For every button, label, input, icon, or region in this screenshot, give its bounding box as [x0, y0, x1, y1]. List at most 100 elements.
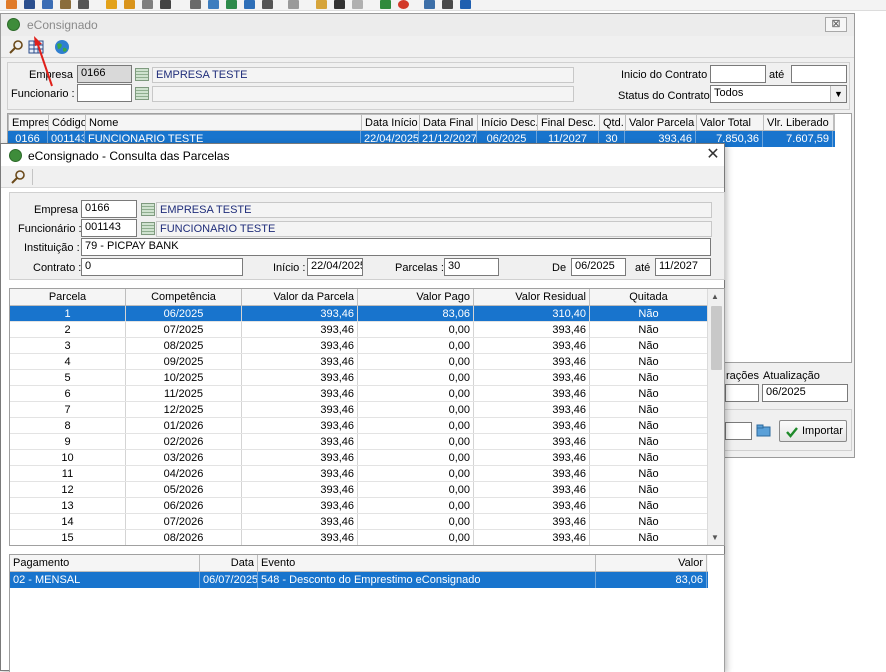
funcionario-code-field[interactable] — [77, 84, 132, 102]
operacoes-label: rações — [726, 370, 760, 382]
contrato-field[interactable]: 0 — [81, 258, 243, 276]
table-row[interactable]: 6 11/2025 393,46 0,00 393,46 Não — [10, 386, 708, 402]
column-header[interactable]: Nome — [86, 115, 362, 130]
column-header[interactable]: Vlr. Liberado — [764, 115, 834, 130]
table-row[interactable]: 11 04/2026 393,46 0,00 393,46 Não — [10, 466, 708, 482]
empresa-code-field[interactable]: 0166 — [77, 65, 132, 83]
table-cell: 13 — [10, 498, 126, 513]
table-row[interactable]: 7 12/2025 393,46 0,00 393,46 Não — [10, 402, 708, 418]
toolbar-icon[interactable] — [160, 0, 171, 9]
app-icon — [7, 18, 20, 31]
toolbar-icon[interactable] — [352, 0, 363, 9]
toolbar-icon[interactable] — [398, 0, 409, 9]
toolbar-icon[interactable] — [244, 0, 255, 9]
lookup-icon[interactable] — [135, 68, 149, 81]
toolbar-icon[interactable] — [460, 0, 471, 9]
column-header[interactable]: Final Desc. — [538, 115, 600, 130]
toolbar-icon[interactable] — [380, 0, 391, 9]
toolbar-icon[interactable] — [124, 0, 135, 9]
ate-field[interactable]: 11/2027 — [655, 258, 711, 276]
close-button[interactable]: ⊠ — [825, 17, 847, 32]
lookup-icon[interactable] — [135, 87, 149, 100]
column-header[interactable]: Valor Residual — [474, 289, 590, 305]
lookup-icon[interactable] — [141, 222, 155, 235]
toolbar-icon[interactable] — [6, 0, 17, 9]
table-row[interactable]: 1 06/2025 393,46 83,06 310,40 Não — [10, 306, 708, 322]
column-header[interactable]: Qtd. — [600, 115, 626, 130]
toolbar-icon[interactable] — [142, 0, 153, 9]
status-value: Todos — [714, 87, 744, 99]
parcelas-field[interactable]: 30 — [444, 258, 499, 276]
chevron-up-icon[interactable]: ▲ — [711, 292, 719, 301]
chevron-down-icon[interactable]: ▼ — [711, 533, 719, 542]
status-contrato-select[interactable]: Todos — [710, 85, 847, 103]
folder-icon[interactable] — [755, 422, 773, 440]
column-header[interactable]: Valor Parcela — [626, 115, 697, 130]
table-row[interactable]: 9 02/2026 393,46 0,00 393,46 Não — [10, 434, 708, 450]
operacoes-field[interactable] — [725, 384, 759, 402]
toolbar-icon[interactable] — [106, 0, 117, 9]
table-row[interactable]: 13 06/2026 393,46 0,00 393,46 Não — [10, 498, 708, 514]
importar-button[interactable]: Importar — [779, 420, 847, 442]
toolbar-icon[interactable] — [226, 0, 237, 9]
toolbar-divider — [32, 169, 33, 185]
de-field[interactable]: 06/2025 — [571, 258, 626, 276]
toolbar-icon[interactable] — [24, 0, 35, 9]
window-title: eConsignado — [27, 18, 98, 32]
file-path-field[interactable] — [725, 422, 752, 440]
table-row[interactable]: 8 01/2026 393,46 0,00 393,46 Não — [10, 418, 708, 434]
toolbar-icon[interactable] — [60, 0, 71, 9]
table-row[interactable]: 12 05/2026 393,46 0,00 393,46 Não — [10, 482, 708, 498]
column-header[interactable]: Valor — [596, 555, 707, 571]
inicio-field[interactable]: 22/04/2025 — [307, 258, 363, 276]
column-header[interactable]: Data Início — [362, 115, 420, 130]
column-header[interactable]: Valor Total — [697, 115, 764, 130]
table-row[interactable]: 3 08/2025 393,46 0,00 393,46 Não — [10, 338, 708, 354]
column-header[interactable]: Valor da Parcela — [242, 289, 358, 305]
column-header[interactable]: Valor Pago — [358, 289, 474, 305]
table-row[interactable]: 02 - MENSAL 06/07/2025 548 - Desconto do… — [10, 572, 708, 588]
lookup-icon[interactable] — [141, 203, 155, 216]
toolbar-icon[interactable] — [424, 0, 435, 9]
table-row[interactable]: 15 08/2026 393,46 0,00 393,46 Não — [10, 530, 708, 545]
table-cell: 9 — [10, 434, 126, 449]
toolbar-icon[interactable] — [208, 0, 219, 9]
column-header[interactable]: Início Desc. — [478, 115, 538, 130]
column-header[interactable]: Pagamento — [10, 555, 200, 571]
chevron-down-icon[interactable]: ▼ — [830, 86, 846, 102]
toolbar-icon[interactable] — [262, 0, 273, 9]
toolbar-icon[interactable] — [78, 0, 89, 9]
table-row[interactable]: 2 07/2025 393,46 0,00 393,46 Não — [10, 322, 708, 338]
funcionario-code-field[interactable]: 001143 — [81, 219, 137, 237]
table-row[interactable]: 10 03/2026 393,46 0,00 393,46 Não — [10, 450, 708, 466]
toolbar-icon[interactable] — [288, 0, 299, 9]
toolbar-icon[interactable] — [442, 0, 453, 9]
toolbar-icon[interactable] — [316, 0, 327, 9]
column-header[interactable]: Data — [200, 555, 258, 571]
table-row[interactable]: 14 07/2026 393,46 0,00 393,46 Não — [10, 514, 708, 530]
column-header[interactable]: Competência — [126, 289, 242, 305]
empresa-code-field[interactable]: 0166 — [81, 200, 137, 218]
close-button[interactable]: ✕ — [703, 146, 723, 164]
column-header[interactable]: Parcela — [10, 289, 126, 305]
column-header[interactable]: Data Final — [420, 115, 478, 130]
toolbar-icon[interactable] — [42, 0, 53, 9]
table-row[interactable]: 5 10/2025 393,46 0,00 393,46 Não — [10, 370, 708, 386]
toolbar-icon[interactable] — [334, 0, 345, 9]
scrollbar-thumb[interactable] — [711, 306, 722, 370]
search-icon[interactable] — [7, 38, 25, 56]
table-cell: 393,46 — [474, 370, 590, 385]
vertical-scrollbar[interactable]: ▲ ▼ — [707, 289, 724, 545]
search-icon[interactable] — [9, 168, 27, 186]
column-header[interactable]: Evento — [258, 555, 596, 571]
fim-contrato-field[interactable] — [791, 65, 847, 83]
inicio-contrato-field[interactable] — [710, 65, 766, 83]
column-header[interactable]: Empresa — [9, 115, 49, 130]
column-header[interactable]: Código — [49, 115, 86, 130]
column-header[interactable]: Quitada — [590, 289, 708, 305]
toolbar-icon[interactable] — [190, 0, 201, 9]
table-row[interactable]: 4 09/2025 393,46 0,00 393,46 Não — [10, 354, 708, 370]
table-cell: Não — [590, 322, 708, 337]
instituicao-field[interactable]: 79 - PICPAY BANK — [81, 238, 711, 256]
atualizacao-field[interactable]: 06/2025 — [762, 384, 848, 402]
